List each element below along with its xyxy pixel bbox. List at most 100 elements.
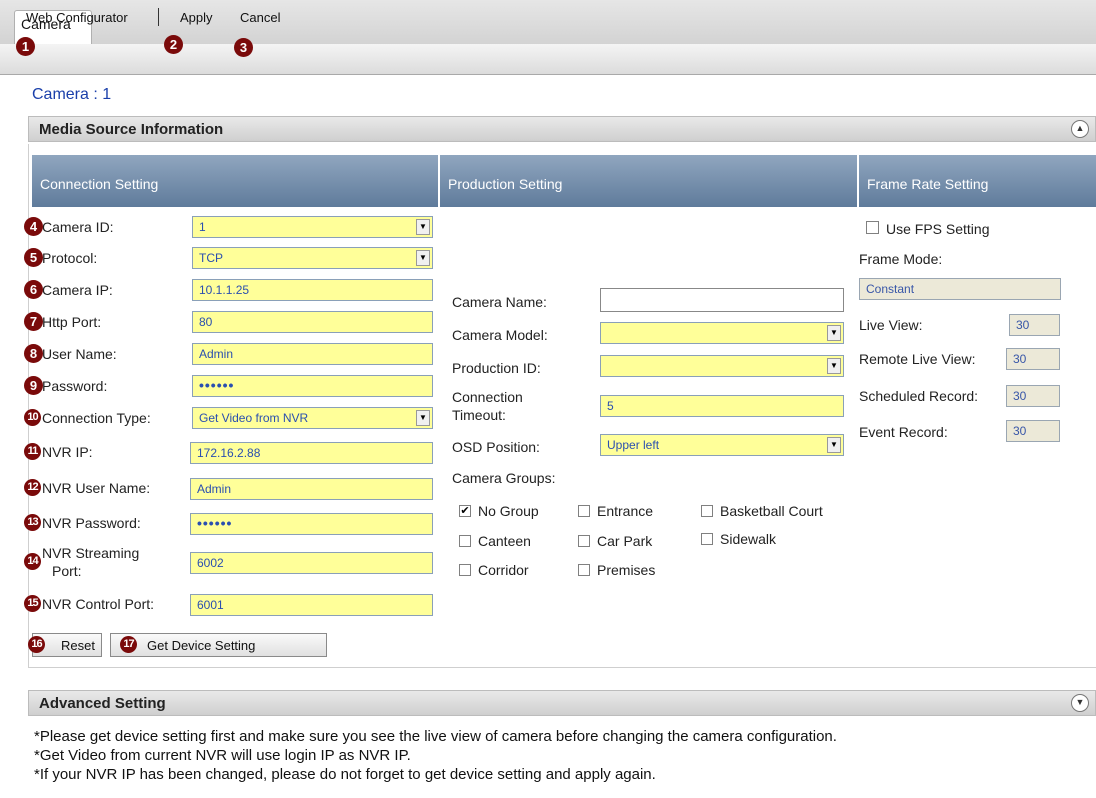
callout-badge: 14 (24, 553, 41, 570)
checkbox-label: Sidewalk (720, 531, 777, 547)
collapse-up-icon[interactable]: ▲ (1071, 120, 1089, 138)
section-title: Media Source Information (39, 121, 224, 138)
checkbox-corridor[interactable] (459, 564, 471, 576)
protocol-value: TCP (199, 251, 223, 265)
callout-badge: 9 (24, 376, 43, 395)
nvr-user-name-label: NVR User Name: (42, 480, 151, 496)
callout-badge: 3 (234, 38, 253, 57)
callout-badge: 10 (24, 409, 41, 426)
expand-down-icon[interactable]: ▼ (1071, 694, 1089, 712)
tab-strip (0, 0, 1096, 45)
chevron-down-icon: ▼ (416, 410, 430, 426)
callout-badge: 2 (164, 35, 183, 54)
nvr-control-port-label: NVR Control Port: (42, 596, 155, 612)
remote-live-view-field: 30 (1006, 348, 1060, 370)
http-port-label: Http Port: (42, 314, 102, 330)
connection-type-label: Connection Type: (42, 410, 151, 426)
note-line: *If your NVR IP has been changed, please… (34, 766, 656, 783)
media-source-section-header[interactable]: Media Source Information ▲ (28, 116, 1096, 142)
checkbox-canteen[interactable] (459, 535, 471, 547)
checkbox-entrance[interactable] (578, 505, 590, 517)
web-configurator-button[interactable]: Web Configurator (26, 10, 128, 25)
get-device-setting-button[interactable]: Get Device Setting (110, 633, 327, 657)
osd-position-value: Upper left (607, 438, 660, 452)
use-fps-checkbox[interactable] (866, 221, 879, 234)
user-name-input[interactable]: Admin (192, 343, 433, 365)
callout-badge: 17 (120, 636, 137, 653)
section-title: Advanced Setting (39, 695, 166, 712)
checkbox-label: Canteen (478, 533, 531, 549)
nvr-ip-input[interactable]: 172.16.2.88 (190, 442, 433, 464)
production-id-label: Production ID: (452, 360, 541, 376)
camera-name-input[interactable] (600, 288, 844, 312)
event-record-field: 30 (1006, 420, 1060, 442)
column-header-framerate: Frame Rate Setting (859, 155, 1096, 207)
column-title: Frame Rate Setting (867, 176, 989, 192)
camera-ip-input[interactable]: 10.1.1.25 (192, 279, 433, 301)
callout-badge: 15 (24, 595, 41, 612)
cancel-button[interactable]: Cancel (240, 10, 280, 25)
user-name-label: User Name: (42, 346, 117, 362)
page-title: Camera : 1 (32, 86, 112, 103)
checkbox-label: Entrance (597, 503, 654, 519)
event-record-label: Event Record: (859, 424, 948, 440)
callout-badge: 8 (24, 344, 43, 363)
live-view-field: 30 (1009, 314, 1060, 336)
http-port-input[interactable]: 80 (192, 311, 433, 333)
checkbox-premises[interactable] (578, 564, 590, 576)
connection-type-value: Get Video from NVR (199, 411, 309, 425)
nvr-user-name-input[interactable]: Admin (190, 478, 433, 500)
live-view-label: Live View: (859, 317, 923, 333)
camera-id-select[interactable]: 1 ▼ (192, 216, 433, 238)
callout-badge: 6 (24, 280, 43, 299)
nvr-streaming-port-label: NVR Streaming (42, 545, 140, 561)
connection-timeout-label-2: Timeout: (452, 407, 506, 423)
callout-badge: 12 (24, 479, 41, 496)
chevron-down-icon: ▼ (827, 437, 841, 453)
note-line: *Get Video from current NVR will use log… (34, 747, 411, 764)
password-input[interactable]: •••••• (192, 375, 433, 397)
column-header-connection: Connection Setting (32, 155, 438, 207)
nvr-password-label: NVR Password: (42, 515, 141, 531)
checkbox-label: Car Park (597, 533, 653, 549)
camera-model-select[interactable]: ▼ (600, 322, 844, 344)
checkbox-label: Corridor (478, 562, 529, 578)
frame-mode-label: Frame Mode: (859, 251, 943, 267)
nvr-streaming-port-input[interactable]: 6002 (190, 552, 433, 574)
osd-position-label: OSD Position: (452, 439, 540, 455)
chevron-down-icon: ▼ (827, 325, 841, 341)
nvr-control-port-input[interactable]: 6001 (190, 594, 433, 616)
connection-timeout-label: Connection (452, 389, 523, 405)
production-id-select[interactable]: ▼ (600, 355, 844, 377)
camera-name-label: Camera Name: (452, 294, 547, 310)
camera-ip-label: Camera IP: (42, 282, 113, 298)
advanced-setting-section-header[interactable]: Advanced Setting ▼ (28, 690, 1096, 716)
nvr-ip-label: NVR IP: (42, 444, 93, 460)
protocol-select[interactable]: TCP ▼ (192, 247, 433, 269)
chevron-down-icon: ▼ (827, 358, 841, 374)
camera-groups-label: Camera Groups: (452, 470, 556, 486)
callout-badge: 16 (28, 636, 45, 653)
remote-live-view-label: Remote Live View: (859, 351, 976, 367)
checkbox-sidewalk[interactable] (701, 533, 713, 545)
checkbox-car-park[interactable] (578, 535, 590, 547)
nvr-password-input[interactable]: •••••• (190, 513, 433, 535)
toolbar-separator (158, 8, 159, 26)
password-label: Password: (42, 378, 108, 394)
checkbox-label: Basketball Court (720, 503, 823, 519)
camera-id-value: 1 (199, 220, 206, 234)
chevron-down-icon: ▼ (416, 219, 430, 235)
apply-button[interactable]: Apply (180, 10, 213, 25)
connection-type-select[interactable]: Get Video from NVR ▼ (192, 407, 433, 429)
checkbox-no-group[interactable]: ✔ (459, 505, 471, 517)
callout-badge: 4 (24, 217, 43, 236)
connection-timeout-input[interactable]: 5 (600, 395, 844, 417)
protocol-label: Protocol: (42, 250, 98, 266)
osd-position-select[interactable]: Upper left ▼ (600, 434, 844, 456)
checkbox-basketball-court[interactable] (701, 505, 713, 517)
camera-model-label: Camera Model: (452, 327, 548, 343)
notes: *Please get device setting first and mak… (34, 727, 837, 784)
nvr-streaming-port-label-2: Port: (52, 563, 82, 579)
note-line: *Please get device setting first and mak… (34, 728, 837, 745)
column-header-production: Production Setting (440, 155, 857, 207)
